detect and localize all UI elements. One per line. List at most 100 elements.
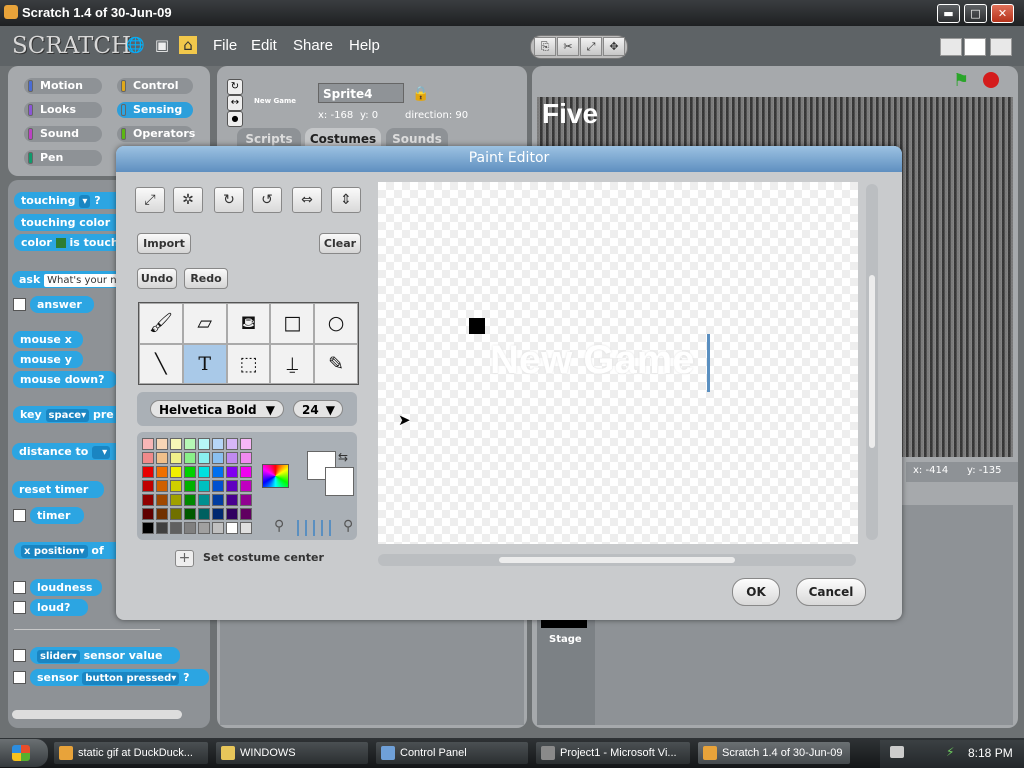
canvas-hscroll-thumb[interactable] — [499, 557, 735, 563]
shrink-canvas-icon[interactable]: ✲ — [173, 187, 203, 213]
globe-icon[interactable]: 🌐 — [126, 36, 145, 54]
color-swatch[interactable] — [226, 452, 238, 464]
color-swatch[interactable] — [226, 480, 238, 492]
rectangle-tool-icon[interactable]: □ — [270, 303, 315, 344]
close-button[interactable]: ✕ — [991, 4, 1014, 23]
color-swatch[interactable] — [142, 438, 154, 450]
task-project1-vb[interactable]: Project1 - Microsoft Vi... — [536, 742, 690, 764]
color-swatch[interactable] — [184, 508, 196, 520]
color-swatch[interactable] — [198, 452, 210, 464]
color-swatch[interactable] — [212, 494, 224, 506]
block-mouse-down[interactable]: mouse down? — [13, 371, 117, 388]
clear-button[interactable]: Clear — [319, 233, 361, 254]
rotate-style-none-icon[interactable]: ● — [227, 111, 243, 127]
color-swatch[interactable] — [240, 522, 252, 534]
ellipse-tool-icon[interactable]: ○ — [314, 303, 358, 344]
block-color-is-touching[interactable]: color is touch — [14, 234, 132, 251]
secondary-color[interactable] — [325, 467, 354, 496]
color-swatch[interactable] — [212, 522, 224, 534]
ok-button[interactable]: OK — [732, 578, 780, 606]
minimize-button[interactable]: ▬ — [937, 4, 960, 23]
color-swatch[interactable] — [156, 508, 168, 520]
grow-canvas-icon[interactable]: ⤢ — [135, 187, 165, 213]
tab-scripts[interactable]: Scripts — [237, 128, 301, 148]
canvas-text[interactable]: New Game — [490, 338, 695, 383]
color-swatch[interactable] — [170, 494, 182, 506]
answer-checkbox[interactable] — [13, 298, 26, 311]
rotate-left-icon[interactable]: ↺ — [252, 187, 282, 213]
color-swatch[interactable] — [170, 438, 182, 450]
rotate-style-all-icon[interactable]: ↻ — [227, 79, 243, 95]
color-swatch[interactable] — [240, 438, 252, 450]
menu-file[interactable]: File — [213, 37, 237, 54]
category-pen[interactable]: Pen — [24, 150, 102, 166]
rotate-style-lr-icon[interactable]: ↔ — [227, 95, 243, 111]
stamp-tool-icon[interactable]: ⍊ — [270, 343, 315, 384]
canvas-vscroll-thumb[interactable] — [869, 275, 875, 448]
sprite-name-field[interactable]: Sprite4 — [318, 83, 404, 103]
slider-sensor-checkbox[interactable] — [13, 649, 26, 662]
clock[interactable]: 8:18 PM — [968, 746, 1013, 760]
color-swatches[interactable] — [142, 438, 252, 534]
color-swatch[interactable] — [212, 508, 224, 520]
tab-sounds[interactable]: Sounds — [386, 128, 448, 148]
menu-edit[interactable]: Edit — [251, 37, 277, 54]
shrink-tool-icon[interactable]: ✥ — [603, 37, 625, 56]
color-swatch[interactable] — [226, 494, 238, 506]
color-swatch[interactable] — [156, 494, 168, 506]
color-swatch[interactable] — [240, 494, 252, 506]
text-tool-icon[interactable]: T — [182, 343, 227, 384]
color-swatch[interactable] — [142, 466, 154, 478]
sensor-pressed-checkbox[interactable] — [13, 671, 26, 684]
color-swatch[interactable] — [170, 480, 182, 492]
zoom-in-icon[interactable]: ⚲ — [343, 518, 353, 534]
lock-icon[interactable]: 🔒 — [412, 86, 429, 102]
category-operators[interactable]: Operators — [117, 126, 195, 142]
import-button[interactable]: Import — [137, 233, 191, 254]
color-swatch[interactable] — [170, 522, 182, 534]
green-flag-icon[interactable]: ⚑ — [953, 70, 969, 91]
flip-vertical-icon[interactable]: ⇕ — [331, 187, 361, 213]
menu-share[interactable]: Share — [293, 37, 333, 54]
task-scratch[interactable]: Scratch 1.4 of 30-Jun-09 — [698, 742, 850, 764]
set-costume-center-label[interactable]: Set costume center — [203, 551, 324, 564]
task-duckduckgo[interactable]: static gif at DuckDuck... — [54, 742, 208, 764]
block-sensor-pressed[interactable]: sensor button pressed▾ ? — [30, 669, 209, 686]
grow-tool-icon[interactable]: ⤢ — [580, 37, 602, 56]
color-swatch[interactable] — [142, 508, 154, 520]
loud-checkbox[interactable] — [13, 601, 26, 614]
block-loudness[interactable]: loudness — [30, 579, 102, 596]
color-swatch[interactable] — [226, 438, 238, 450]
flip-horizontal-icon[interactable]: ⇔ — [292, 187, 322, 213]
network-tray-icon[interactable]: ⚡ — [946, 745, 960, 759]
block-reset-timer[interactable]: reset timer — [12, 481, 104, 498]
category-sensing[interactable]: Sensing — [117, 102, 193, 118]
task-windows-folder[interactable]: WINDOWS — [216, 742, 368, 764]
loudness-checkbox[interactable] — [13, 581, 26, 594]
color-swatch[interactable] — [170, 508, 182, 520]
block-mouse-y[interactable]: mouse y — [13, 351, 83, 368]
menu-help[interactable]: Help — [349, 37, 380, 54]
block-attribute-of[interactable]: x position▾ of — [14, 542, 132, 559]
color-swatch[interactable] — [156, 438, 168, 450]
block-touching-color[interactable]: touching color — [14, 214, 128, 231]
category-sound[interactable]: Sound — [24, 126, 102, 142]
window-titlebar[interactable]: Scratch 1.4 of 30-Jun-09 — [0, 0, 1024, 26]
color-picker-icon[interactable] — [262, 464, 289, 488]
color-swatch[interactable] — [184, 438, 196, 450]
undo-button[interactable]: Undo — [137, 268, 177, 289]
set-center-icon[interactable]: + — [175, 550, 194, 567]
block-timer[interactable]: timer — [30, 507, 84, 524]
select-tool-icon[interactable]: ⬚ — [226, 343, 271, 384]
color-swatch[interactable] — [198, 466, 210, 478]
block-key-pressed[interactable]: key space▾ pre — [13, 406, 132, 423]
color-swatch[interactable] — [184, 466, 196, 478]
category-looks[interactable]: Looks — [24, 102, 102, 118]
color-swatch[interactable] — [198, 438, 210, 450]
eraser-tool-icon[interactable]: ▱ — [182, 303, 227, 344]
color-swatch[interactable] — [184, 522, 196, 534]
color-swatch[interactable] — [212, 466, 224, 478]
line-tool-icon[interactable]: ╲ — [139, 343, 183, 384]
block-ask[interactable]: ask What's your n — [12, 271, 132, 288]
zoom-out-icon[interactable]: ⚲ — [274, 518, 284, 534]
